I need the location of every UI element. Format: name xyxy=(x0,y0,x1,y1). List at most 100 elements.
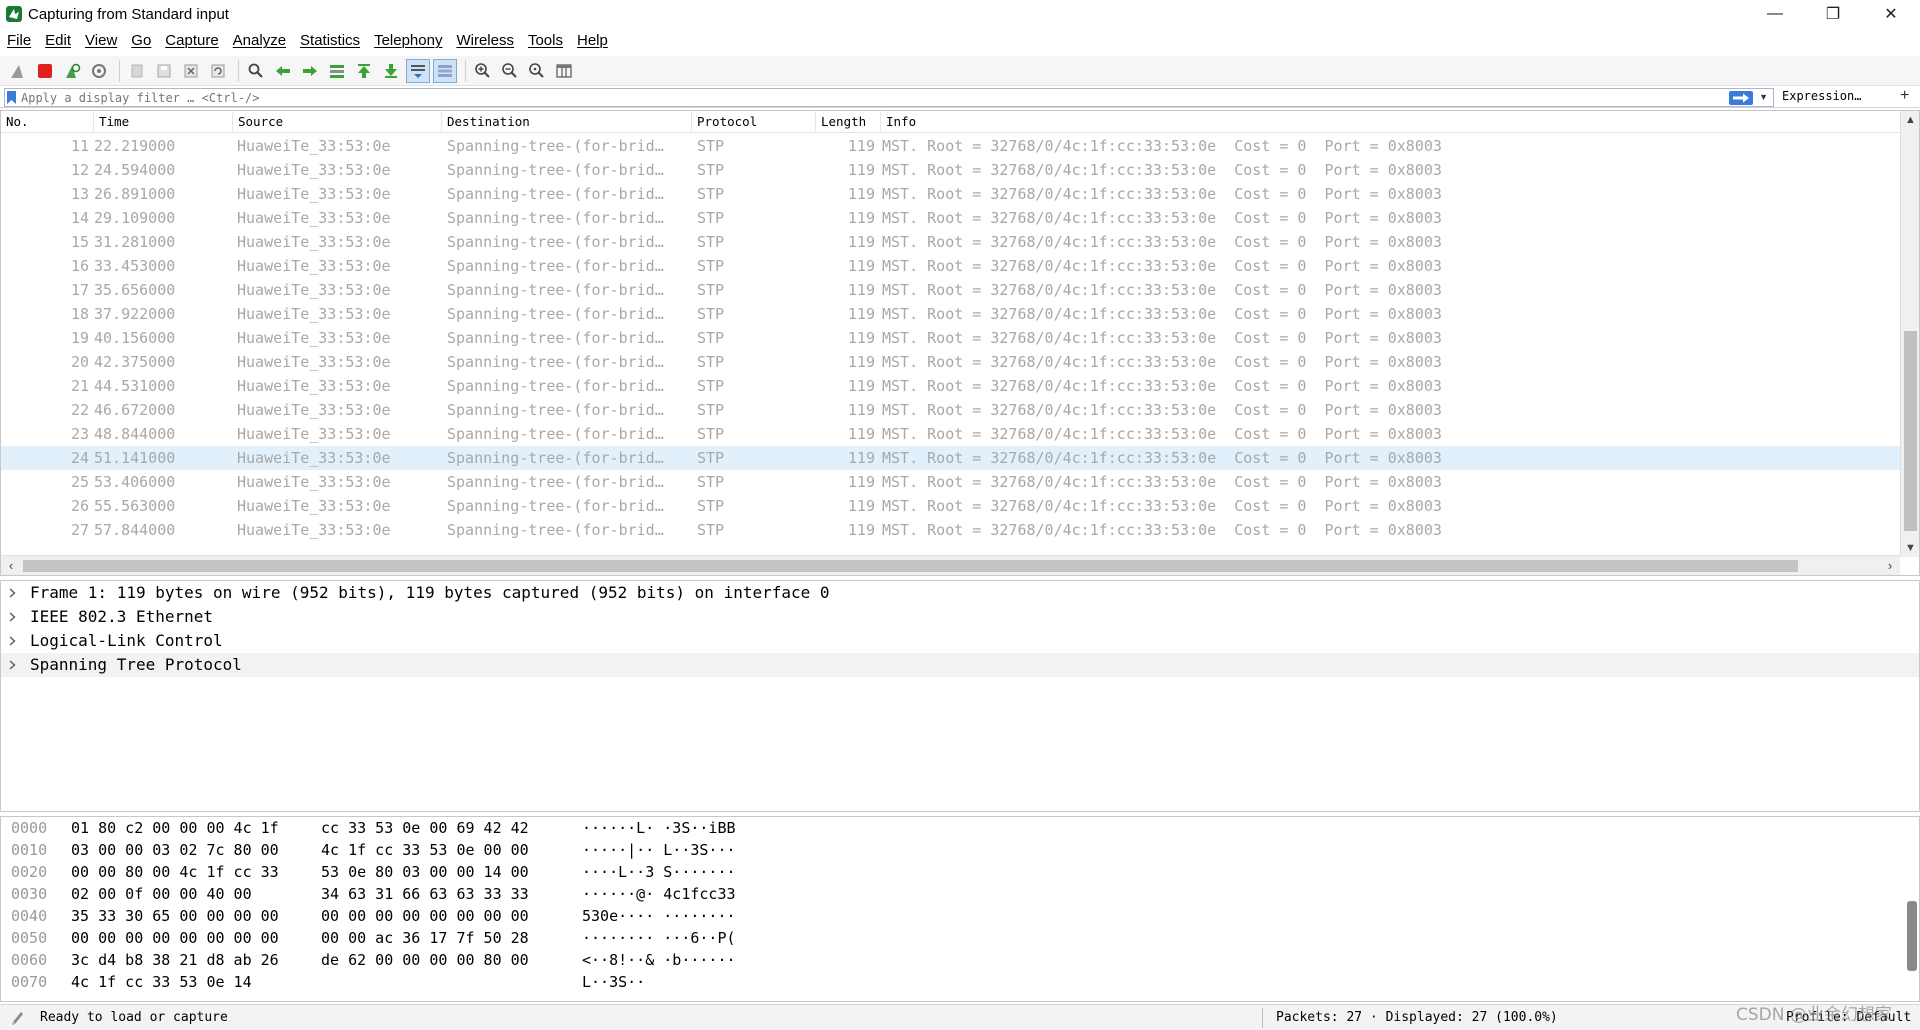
scrollbar-thumb[interactable] xyxy=(1904,331,1917,531)
packet-row[interactable]: 25 53.406000 HuaweiTe_33:53:0e Spanning-tre… xyxy=(1,470,1900,494)
menu-view[interactable]: View xyxy=(78,28,124,54)
go-forward-icon[interactable] xyxy=(298,59,322,83)
byte-row[interactable]: 0010 03 00 00 03 02 7c 80 00 4c 1f cc 33 5… xyxy=(1,839,1919,861)
chevron-right-icon[interactable] xyxy=(9,653,19,677)
bytes-vertical-scrollbar[interactable] xyxy=(1905,817,1919,1001)
byte-row[interactable]: 0070 4c 1f cc 33 53 0e 14 L··3S·· xyxy=(1,971,1919,993)
packet-row[interactable]: 26 55.563000 HuaweiTe_33:53:0e Spanning-tre… xyxy=(1,494,1900,518)
minimize-button[interactable]: — xyxy=(1746,0,1804,28)
bookmark-icon[interactable] xyxy=(7,91,16,104)
zoom-normal-icon[interactable] xyxy=(525,59,549,83)
detail-item-llc[interactable]: Logical-Link Control xyxy=(1,629,1919,653)
chevron-right-icon[interactable] xyxy=(9,629,19,653)
shark-fin-start-icon[interactable] xyxy=(6,59,30,83)
column-header-length[interactable]: Length xyxy=(816,111,881,133)
scrollbar-thumb[interactable] xyxy=(1907,901,1917,971)
stop-capture-icon[interactable] xyxy=(33,59,57,83)
packet-row[interactable]: 11 22.219000 HuaweiTe_33:53:0e Spanning-tre… xyxy=(1,134,1900,158)
save-file-icon[interactable] xyxy=(152,59,176,83)
scroll-down-icon[interactable]: ▼ xyxy=(1901,539,1919,557)
byte-row[interactable]: 0040 35 33 30 65 00 00 00 00 00 00 00 00 0… xyxy=(1,905,1919,927)
menu-telephony[interactable]: Telephony xyxy=(367,28,449,54)
go-to-packet-icon[interactable] xyxy=(325,59,349,83)
detail-item-stp[interactable]: Spanning Tree Protocol xyxy=(1,653,1919,677)
chevron-right-icon[interactable] xyxy=(9,581,19,605)
go-first-icon[interactable] xyxy=(352,59,376,83)
zoom-in-icon[interactable] xyxy=(471,59,495,83)
packet-row[interactable]: 20 42.375000 HuaweiTe_33:53:0e Spanning-tre… xyxy=(1,350,1900,374)
restart-capture-icon[interactable] xyxy=(60,59,84,83)
byte-row[interactable]: 0030 02 00 0f 00 00 40 00 34 63 31 66 63 6… xyxy=(1,883,1919,905)
menu-analyze[interactable]: Analyze xyxy=(226,28,293,54)
packet-row[interactable]: 14 29.109000 HuaweiTe_33:53:0e Spanning-tre… xyxy=(1,206,1900,230)
restore-button[interactable]: ❐ xyxy=(1804,0,1862,28)
menu-help[interactable]: Help xyxy=(570,28,615,54)
column-header-source[interactable]: Source xyxy=(233,111,442,133)
column-header-time[interactable]: Time xyxy=(94,111,233,133)
auto-scroll-icon[interactable] xyxy=(406,58,430,83)
menu-go[interactable]: Go xyxy=(124,28,158,54)
cell-time: 31.281000 xyxy=(94,233,176,251)
resize-columns-icon[interactable] xyxy=(552,59,576,83)
byte-offset: 0000 xyxy=(11,819,48,837)
detail-item-label: Frame 1: 119 bytes on wire (952 bits), 1… xyxy=(30,583,830,602)
menu-edit[interactable]: Edit xyxy=(38,28,78,54)
packet-row[interactable]: 19 40.156000 HuaweiTe_33:53:0e Spanning-tre… xyxy=(1,326,1900,350)
detail-item-frame[interactable]: Frame 1: 119 bytes on wire (952 bits), 1… xyxy=(1,581,1919,605)
find-packet-icon[interactable] xyxy=(244,59,268,83)
packet-row[interactable]: 21 44.531000 HuaweiTe_33:53:0e Spanning-tre… xyxy=(1,374,1900,398)
scroll-up-icon[interactable]: ▲ xyxy=(1901,111,1919,129)
scrollbar-thumb[interactable] xyxy=(23,560,1798,572)
packet-row[interactable]: 22 46.672000 HuaweiTe_33:53:0e Spanning-tre… xyxy=(1,398,1900,422)
column-header-no[interactable]: No. xyxy=(1,111,94,133)
scroll-left-icon[interactable]: ‹ xyxy=(1,556,21,575)
packet-row[interactable]: 23 48.844000 HuaweiTe_33:53:0e Spanning-tre… xyxy=(1,422,1900,446)
byte-ascii: ······@· 4c1fcc33 xyxy=(582,885,736,903)
cell-no: 19 xyxy=(70,329,89,347)
zoom-out-icon[interactable] xyxy=(498,59,522,83)
display-filter-input[interactable] xyxy=(5,89,1773,106)
byte-row[interactable]: 0050 00 00 00 00 00 00 00 00 00 00 ac 36 1… xyxy=(1,927,1919,949)
scroll-right-icon[interactable]: › xyxy=(1880,556,1900,575)
expert-info-icon[interactable] xyxy=(10,1009,26,1025)
go-last-icon[interactable] xyxy=(379,59,403,83)
byte-ascii: <··8!··& ·b······ xyxy=(582,951,736,969)
column-header-info[interactable]: Info xyxy=(881,111,1900,133)
chevron-right-icon[interactable] xyxy=(9,605,19,629)
expression-button[interactable]: Expression… xyxy=(1782,89,1861,103)
packet-row[interactable]: 18 37.922000 HuaweiTe_33:53:0e Spanning-tre… xyxy=(1,302,1900,326)
column-header-protocol[interactable]: Protocol xyxy=(692,111,816,133)
packet-row[interactable]: 24 51.141000 HuaweiTe_33:53:0e Spanning-tre… xyxy=(1,446,1900,470)
packet-row[interactable]: 13 26.891000 HuaweiTe_33:53:0e Spanning-tre… xyxy=(1,182,1900,206)
colorize-icon[interactable] xyxy=(433,58,457,83)
byte-row[interactable]: 0020 00 00 80 00 4c 1f cc 33 53 0e 80 03 0… xyxy=(1,861,1919,883)
open-file-icon[interactable] xyxy=(125,59,149,83)
reload-file-icon[interactable] xyxy=(206,59,230,83)
close-button[interactable]: ✕ xyxy=(1862,0,1920,28)
add-filter-button[interactable]: + xyxy=(1900,87,1909,105)
packet-row[interactable]: 17 35.656000 HuaweiTe_33:53:0e Spanning-tre… xyxy=(1,278,1900,302)
cell-time: 55.563000 xyxy=(94,497,176,515)
menu-wireless[interactable]: Wireless xyxy=(449,28,521,54)
close-file-icon[interactable] xyxy=(179,59,203,83)
menu-tools[interactable]: Tools xyxy=(521,28,570,54)
cell-protocol: STP xyxy=(697,305,725,323)
byte-row[interactable]: 0060 3c d4 b8 38 21 d8 ab 26 de 62 00 00 0… xyxy=(1,949,1919,971)
byte-row[interactable]: 0000 01 80 c2 00 00 00 4c 1f cc 33 53 0e 0… xyxy=(1,817,1919,839)
packet-row[interactable]: 15 31.281000 HuaweiTe_33:53:0e Spanning-tre… xyxy=(1,230,1900,254)
packet-row[interactable]: 12 24.594000 HuaweiTe_33:53:0e Spanning-tre… xyxy=(1,158,1900,182)
packet-row[interactable]: 16 33.453000 HuaweiTe_33:53:0e Spanning-tre… xyxy=(1,254,1900,278)
packet-list-vertical-scrollbar[interactable]: ▲ ▼ xyxy=(1900,111,1919,557)
apply-filter-button[interactable] xyxy=(1729,91,1753,105)
go-back-icon[interactable] xyxy=(271,59,295,83)
packet-list-horizontal-scrollbar[interactable]: ‹ › xyxy=(1,555,1900,575)
filter-history-dropdown-icon[interactable]: ▼ xyxy=(1759,92,1768,102)
menu-statistics[interactable]: Statistics xyxy=(293,28,367,54)
packet-row[interactable]: 27 57.844000 HuaweiTe_33:53:0e Spanning-tre… xyxy=(1,518,1900,542)
column-header-destination[interactable]: Destination xyxy=(442,111,692,133)
packet-list-rows: 11 22.219000 HuaweiTe_33:53:0e Spanning-tre… xyxy=(1,134,1900,542)
menu-file[interactable]: File xyxy=(0,28,38,54)
detail-item-ethernet[interactable]: IEEE 802.3 Ethernet xyxy=(1,605,1919,629)
capture-options-icon[interactable] xyxy=(87,59,111,83)
menu-capture[interactable]: Capture xyxy=(158,28,225,54)
